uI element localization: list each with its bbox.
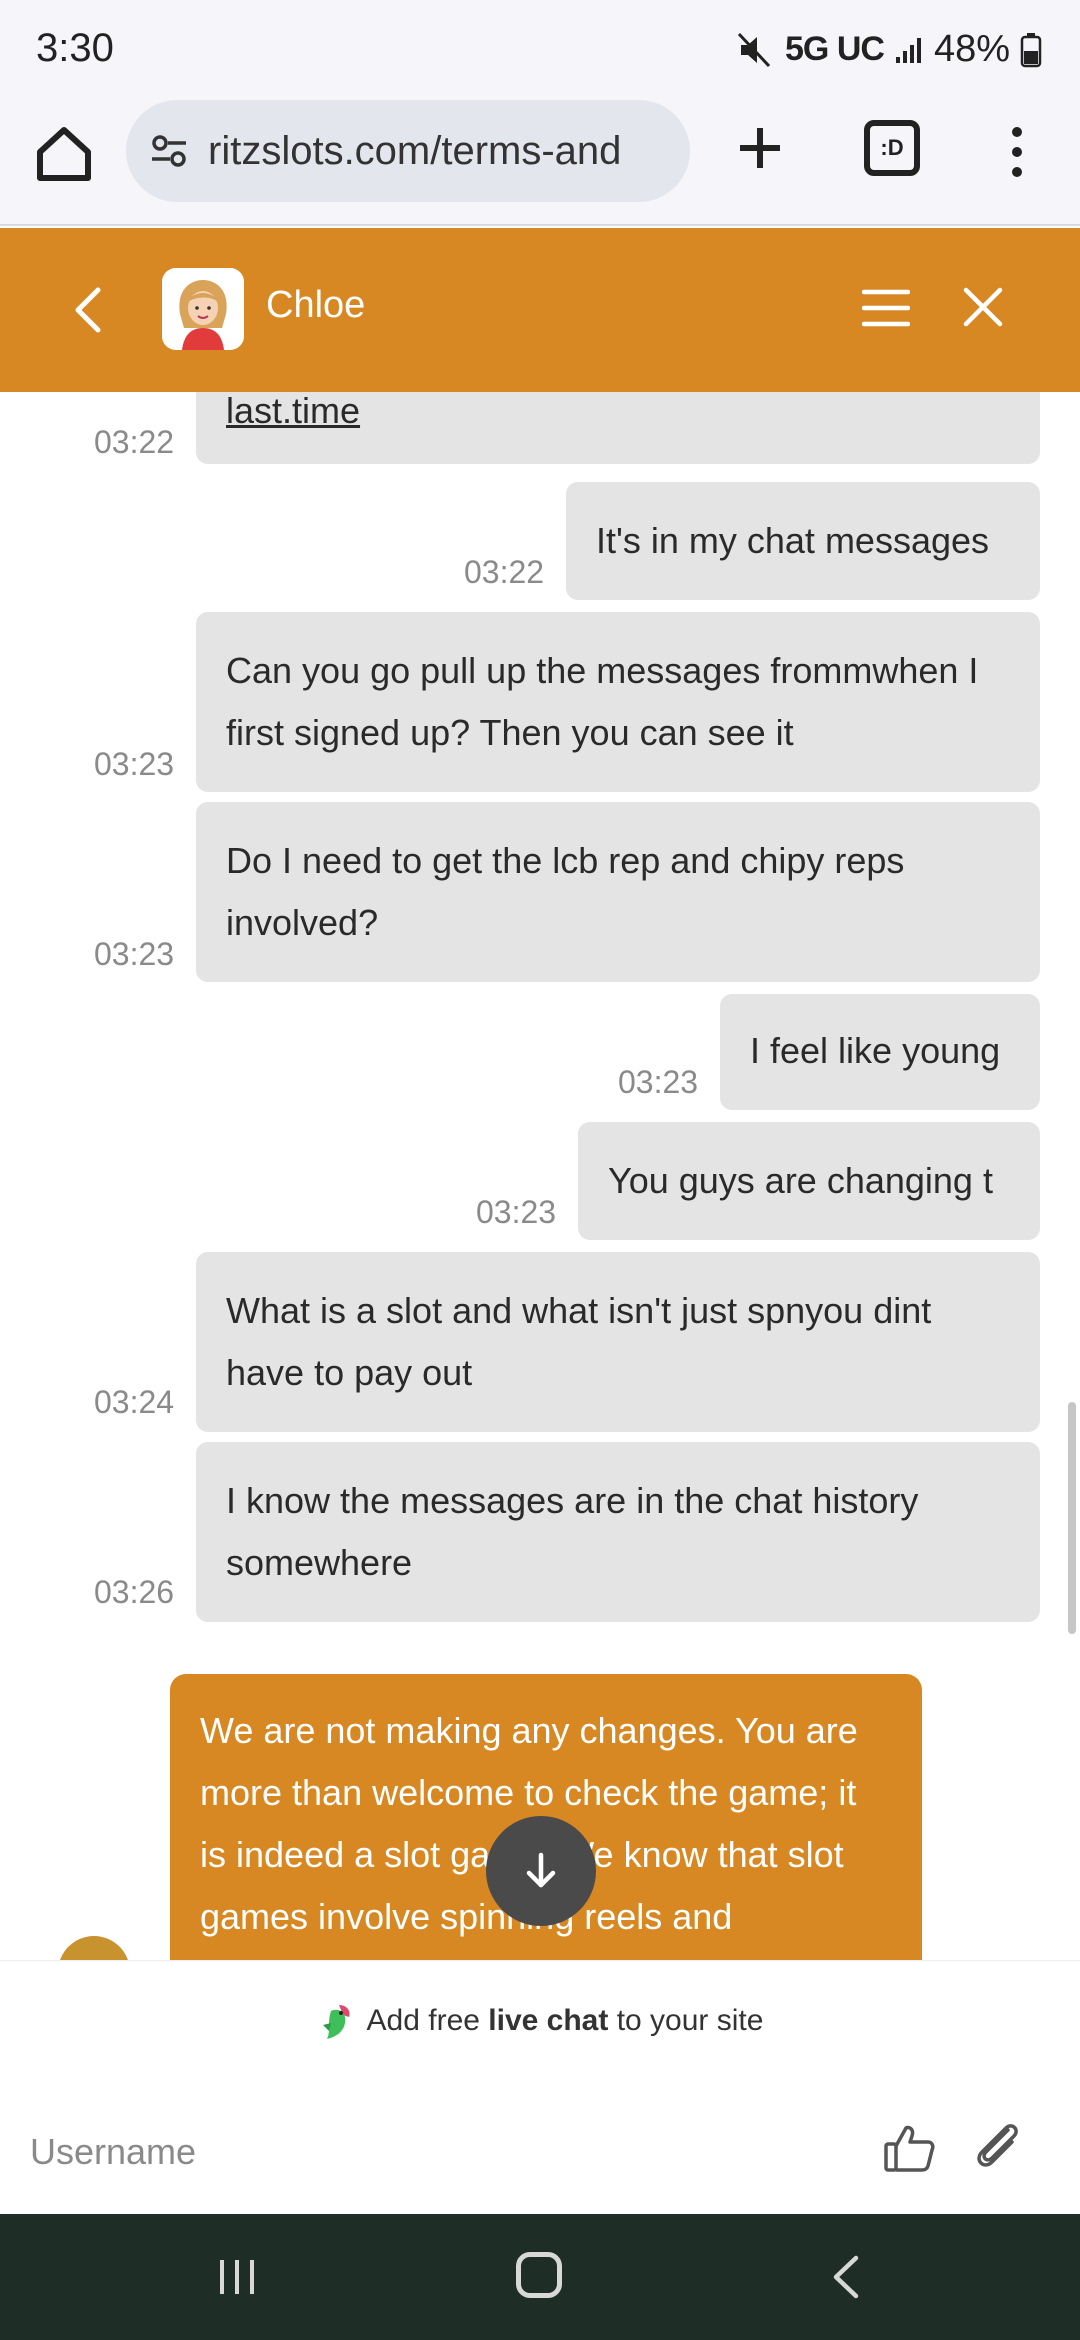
back-icon <box>833 2255 859 2299</box>
message-text: Can you go pull up the messages frommwhe… <box>226 650 979 753</box>
network-type: 5G UC <box>785 30 885 68</box>
signal-icon <box>894 35 924 65</box>
recent-apps-icon <box>220 2260 254 2294</box>
powered-by-link[interactable]: Add free live chat to your site <box>0 1960 1080 2080</box>
message-text: You guys are changing t <box>608 1160 993 1201</box>
chat-close-button[interactable] <box>960 284 1006 330</box>
home-button[interactable] <box>32 122 96 186</box>
chat-message: It's in my chat messages <box>566 482 1040 600</box>
more-vert-icon <box>1012 127 1022 177</box>
nav-home-button[interactable] <box>516 2252 562 2298</box>
status-icons: 5G UC 48% <box>735 28 1042 71</box>
powered-prefix: Add free <box>366 2003 489 2037</box>
chat-back-button[interactable] <box>68 284 108 336</box>
arrow-down-icon <box>526 1852 556 1888</box>
nav-back-button[interactable] <box>826 2254 866 2300</box>
tabs-icon-label: :D <box>880 135 904 160</box>
message-time: 03:23 <box>94 746 175 782</box>
chat-message: You guys are changing t <box>578 1122 1040 1240</box>
rate-button[interactable] <box>880 2118 940 2178</box>
chat-message: Can you go pull up the messages frommwhe… <box>196 612 1040 792</box>
browser-toolbar: ritzslots.com/terms-and :D <box>0 100 1080 226</box>
battery-percent: 48% <box>933 28 1010 70</box>
message-time: 03:24 <box>94 1384 175 1420</box>
agent-name: Chloe <box>266 284 366 326</box>
scroll-to-bottom-button[interactable] <box>486 1816 596 1926</box>
message-composer <box>0 2080 1080 2214</box>
username-input[interactable] <box>30 2110 850 2194</box>
chevron-left-icon <box>75 287 101 333</box>
chat-messages[interactable]: last.time 03:22 It's in my chat messages… <box>0 392 1080 1960</box>
message-time: 03:23 <box>476 1194 557 1230</box>
chat-message: I feel like young <box>720 994 1040 1110</box>
chat-menu-button[interactable] <box>861 286 911 330</box>
status-time: 3:30 <box>36 26 114 70</box>
message-time: 03:22 <box>464 554 545 590</box>
chat-message: last.time <box>196 392 1040 464</box>
powered-bold: live chat <box>488 2003 609 2037</box>
chat-header: Chloe <box>0 228 1080 392</box>
chat-message: What is a slot and what isn't just spnyo… <box>196 1252 1040 1432</box>
status-bar: 3:30 5G UC 48% <box>0 0 1080 100</box>
message-time: 03:26 <box>94 1574 175 1610</box>
scrollbar[interactable] <box>1068 1402 1076 1634</box>
battery-icon <box>1020 32 1042 68</box>
chat-message: Do I need to get the lcb rep and chipy r… <box>196 802 1040 982</box>
message-time: 03:23 <box>618 1064 699 1100</box>
hamburger-icon <box>861 289 911 327</box>
close-icon <box>963 287 1003 327</box>
message-text: I feel like young <box>750 1030 1001 1071</box>
message-time: 03:22 <box>94 424 175 460</box>
recent-apps-button[interactable] <box>214 2254 260 2300</box>
system-nav-bar <box>0 2214 1080 2340</box>
attach-file-button[interactable] <box>968 2116 1028 2176</box>
new-tab-icon <box>740 128 780 168</box>
more-vert-button[interactable] <box>1000 124 1034 180</box>
agent-avatar <box>162 268 244 350</box>
message-time: 03:23 <box>94 936 175 972</box>
parrot-logo-icon <box>322 2004 350 2039</box>
powered-suffix: to your site <box>608 2003 764 2037</box>
tabs-button[interactable]: :D <box>864 120 920 176</box>
message-text: Do I need to get the lcb rep and chipy r… <box>226 840 905 943</box>
url-text: ritzslots.com/terms-and <box>208 128 622 173</box>
site-settings-icon[interactable] <box>148 130 190 172</box>
home-icon <box>37 127 91 181</box>
mute-icon <box>735 30 775 70</box>
message-link[interactable]: last.time <box>226 392 360 431</box>
agent-mini-avatar <box>58 1936 130 1960</box>
message-text: It's in my chat messages <box>596 520 990 561</box>
paperclip-icon <box>977 2124 1018 2167</box>
message-text: I know the messages are in the chat hist… <box>226 1480 919 1583</box>
chat-message: I know the messages are in the chat hist… <box>196 1442 1040 1622</box>
thumbs-up-icon <box>884 2125 935 2172</box>
new-tab-button[interactable] <box>730 118 790 178</box>
message-text: What is a slot and what isn't just spnyo… <box>226 1290 932 1393</box>
address-bar[interactable]: ritzslots.com/terms-and <box>126 100 690 202</box>
